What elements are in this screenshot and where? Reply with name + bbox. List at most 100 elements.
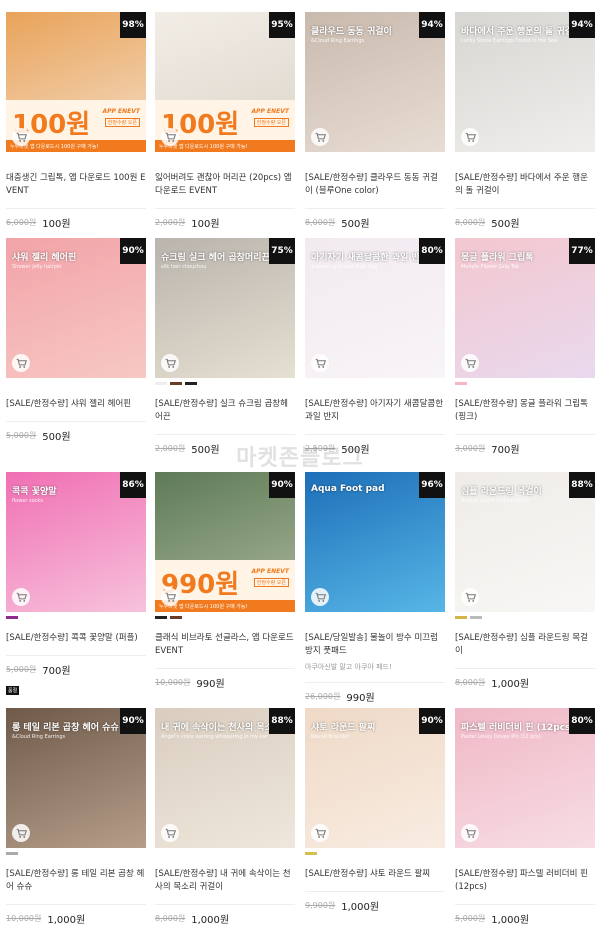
product-card[interactable]: 콕콕 꽃양말 flower socks 86% [SALE/한정수량] 콕콕 꽃양말 …	[6, 472, 146, 696]
original-price: 5,000원	[6, 665, 37, 674]
color-swatch[interactable]	[170, 616, 182, 619]
product-thumbnail[interactable]: Aqua Foot pad 96%	[305, 472, 445, 612]
product-thumbnail[interactable]: 990원 APP ENEVT 한정수량 오픈 누누마켓 앱 다운로드시 100원 구매…	[155, 472, 295, 612]
product-card[interactable]: 100원 APP ENEVT 한정수량 오픈 누누마켓 앱 다운로드시 100원 구매…	[6, 12, 146, 230]
product-name[interactable]: [SALE/한정수량] 샤워 젤리 헤어핀	[6, 398, 146, 411]
product-thumbnail[interactable]: 내 귀에 속삭이는 천사의 목소리 Angel's voice earring w…	[155, 708, 295, 848]
product-card[interactable]: 바다에서 주운 행운의 돌 귀걸이 Lucky Stone Earrings Fo…	[455, 12, 595, 230]
original-price: 5,000원	[455, 914, 486, 923]
product-name[interactable]: [SALE/한정수량] 샤토 라운드 팔찌	[305, 868, 445, 881]
product-name[interactable]: 대충생긴 그립톡, 앱 다운로드 100원 EVENT	[6, 172, 146, 198]
image-overlay-title: 파스텔 러비더비 핀 (12pcs)	[461, 723, 575, 733]
product-card[interactable]: 슈크림 실크 헤어 곱창머리끈 silk hair chouchou 75% [SAL…	[155, 238, 295, 456]
product-card[interactable]: 심플 라운드링 목걸이 Simple round ring necklace 88%…	[455, 472, 595, 690]
product-thumbnail[interactable]: 심플 라운드링 목걸이 Simple round ring necklace 88%	[455, 472, 595, 612]
color-swatch[interactable]	[455, 382, 467, 385]
sale-price: 990원	[346, 693, 375, 704]
original-price: 2,000원	[155, 444, 186, 453]
product-thumbnail[interactable]: 콕콕 꽃양말 flower socks 86%	[6, 472, 146, 612]
cart-icon[interactable]	[161, 588, 179, 606]
product-thumbnail[interactable]: 아기자기 새콤달콤한 과일 반지 a sweet and sour fruit r…	[305, 238, 445, 378]
original-price: 3,000원	[455, 444, 486, 453]
color-swatch[interactable]	[6, 616, 18, 619]
sale-price: 500원	[491, 219, 520, 230]
discount-badge: 96%	[419, 472, 445, 498]
product-name[interactable]: 잃어버려도 괜찮아 머리끈 (20pcs) 앱 다운로드 EVENT	[155, 172, 295, 198]
product-card[interactable]: 롱 테일 리본 곱창 헤어 슈슈 &Cloud Ring Earrings 90% […	[6, 708, 146, 926]
product-name[interactable]: [SALE/한정수량] 심플 라운드링 목걸이	[455, 632, 595, 658]
color-swatch[interactable]	[170, 382, 182, 385]
image-overlay-subtitle: Lucky Stone Earrings Found in the Sea	[461, 38, 558, 44]
product-card[interactable]: 몽글 플라워 그립톡 Mongle Flower Grip Tok 77% [SALE…	[455, 238, 595, 456]
product-card[interactable]: 파스텔 러비더비 핀 (12pcs) Pastel Lovey Dovey Pin…	[455, 708, 595, 926]
price-row: 5,000원 500원	[6, 421, 146, 443]
cart-icon[interactable]	[461, 824, 479, 842]
cart-icon[interactable]	[12, 354, 30, 372]
color-swatch[interactable]	[185, 382, 197, 385]
product-thumbnail[interactable]: 파스텔 러비더비 핀 (12pcs) Pastel Lovey Dovey Pin…	[455, 708, 595, 848]
cart-icon[interactable]	[311, 824, 329, 842]
product-name[interactable]: [SALE/당일발송] 물놀이 방수 미끄럼 방지 풋패드	[305, 632, 445, 658]
color-swatches	[305, 382, 445, 392]
price-row: 10,000원 990원	[155, 668, 295, 690]
product-name[interactable]: [SALE/한정수량] 몽글 플라워 그립톡 (핑크)	[455, 398, 595, 424]
cart-icon[interactable]	[461, 354, 479, 372]
product-name[interactable]: [SALE/한정수량] 콕콕 꽃양말 (퍼플)	[6, 632, 146, 645]
product-name[interactable]: 클래식 비브라토 선글라스, 앱 다운로드 EVENT	[155, 632, 295, 658]
product-name[interactable]: [SALE/한정수량] 롱 테일 리본 곱창 헤어 슈슈	[6, 868, 146, 894]
cart-icon[interactable]	[311, 588, 329, 606]
product-card[interactable]: 클라우드 동동 귀걸이 &Cloud Ring Earrings 94% [SALE/…	[305, 12, 445, 230]
price-row: 9,900원 1,000원	[305, 891, 445, 913]
cart-icon[interactable]	[461, 588, 479, 606]
product-card[interactable]: 내 귀에 속삭이는 천사의 목소리 Angel's voice earring w…	[155, 708, 295, 926]
discount-badge: 80%	[569, 708, 595, 734]
product-card[interactable]: 샤워 젤리 헤어핀 Shower jelly hairpin 90% [SALE/한정…	[6, 238, 146, 443]
color-swatch[interactable]	[6, 852, 18, 855]
color-swatches	[155, 616, 295, 626]
cart-icon[interactable]	[161, 128, 179, 146]
cart-icon[interactable]	[161, 354, 179, 372]
price-row: 8,000원 500원	[305, 208, 445, 230]
color-swatch[interactable]	[155, 382, 167, 385]
product-thumbnail[interactable]: 바다에서 주운 행운의 돌 귀걸이 Lucky Stone Earrings Fo…	[455, 12, 595, 152]
color-swatches	[305, 616, 445, 626]
product-thumbnail[interactable]: 슈크림 실크 헤어 곱창머리끈 silk hair chouchou 75%	[155, 238, 295, 378]
product-name[interactable]: [SALE/한정수량] 실크 슈크림 곱창헤어끈	[155, 398, 295, 424]
product-name[interactable]: [SALE/한정수량] 내 귀에 속삭이는 천사의 목소리 귀걸이	[155, 868, 295, 894]
product-name[interactable]: [SALE/한정수량] 클라우드 동동 귀걸이 (블루One color)	[305, 172, 445, 198]
product-name[interactable]: [SALE/한정수량] 아기자기 새콤달콤한 과일 반지	[305, 398, 445, 424]
product-thumbnail[interactable]: 롱 테일 리본 곱창 헤어 슈슈 &Cloud Ring Earrings 90%	[6, 708, 146, 848]
discount-badge: 90%	[419, 708, 445, 734]
cart-icon[interactable]	[12, 824, 30, 842]
product-thumbnail[interactable]: 100원 APP ENEVT 한정수량 오픈 누누마켓 앱 다운로드시 100원 구매…	[155, 12, 295, 152]
color-swatch[interactable]	[470, 616, 482, 619]
promo-limited-tag: 한정수량 오픈	[253, 578, 289, 587]
product-card[interactable]: 아기자기 새콤달콤한 과일 반지 a sweet and sour fruit r…	[305, 238, 445, 456]
color-swatch[interactable]	[305, 852, 317, 855]
cart-icon[interactable]	[12, 128, 30, 146]
cart-icon[interactable]	[161, 824, 179, 842]
sale-price: 500원	[341, 219, 370, 230]
discount-badge: 77%	[569, 238, 595, 264]
sale-price: 1,000원	[341, 902, 380, 913]
product-thumbnail[interactable]: 100원 APP ENEVT 한정수량 오픈 누누마켓 앱 다운로드시 100원 구매…	[6, 12, 146, 152]
product-card[interactable]: 샤토 라운드 팔찌 Round Bracelet 90% [SALE/한정수량] 샤토…	[305, 708, 445, 913]
product-thumbnail[interactable]: 몽글 플라워 그립톡 Mongle Flower Grip Tok 77%	[455, 238, 595, 378]
product-card[interactable]: 100원 APP ENEVT 한정수량 오픈 누누마켓 앱 다운로드시 100원 구매…	[155, 12, 295, 230]
product-thumbnail[interactable]: 샤토 라운드 팔찌 Round Bracelet 90%	[305, 708, 445, 848]
cart-icon[interactable]	[12, 588, 30, 606]
product-card[interactable]: 990원 APP ENEVT 한정수량 오픈 누누마켓 앱 다운로드시 100원 구매…	[155, 472, 295, 690]
product-thumbnail[interactable]: 클라우드 동동 귀걸이 &Cloud Ring Earrings 94%	[305, 12, 445, 152]
color-swatch[interactable]	[455, 616, 467, 619]
color-swatch[interactable]	[155, 616, 167, 619]
color-swatches	[305, 852, 445, 862]
sale-price: 500원	[191, 445, 220, 456]
cart-icon[interactable]	[311, 354, 329, 372]
product-name[interactable]: [SALE/한정수량] 파스텔 러비더비 핀 (12pcs)	[455, 868, 595, 894]
product-name[interactable]: [SALE/한정수량] 바다에서 주운 행운의 돌 귀걸이	[455, 172, 595, 198]
product-card[interactable]: Aqua Foot pad 96% [SALE/당일발송] 물놀이 방수 미끄럼 방…	[305, 472, 445, 704]
cart-icon[interactable]	[461, 128, 479, 146]
cart-icon[interactable]	[311, 128, 329, 146]
product-thumbnail[interactable]: 샤워 젤리 헤어핀 Shower jelly hairpin 90%	[6, 238, 146, 378]
promo-banner: 100원 APP ENEVT 한정수량 오픈 누누마켓 앱 다운로드시 100원 구매…	[6, 100, 146, 152]
